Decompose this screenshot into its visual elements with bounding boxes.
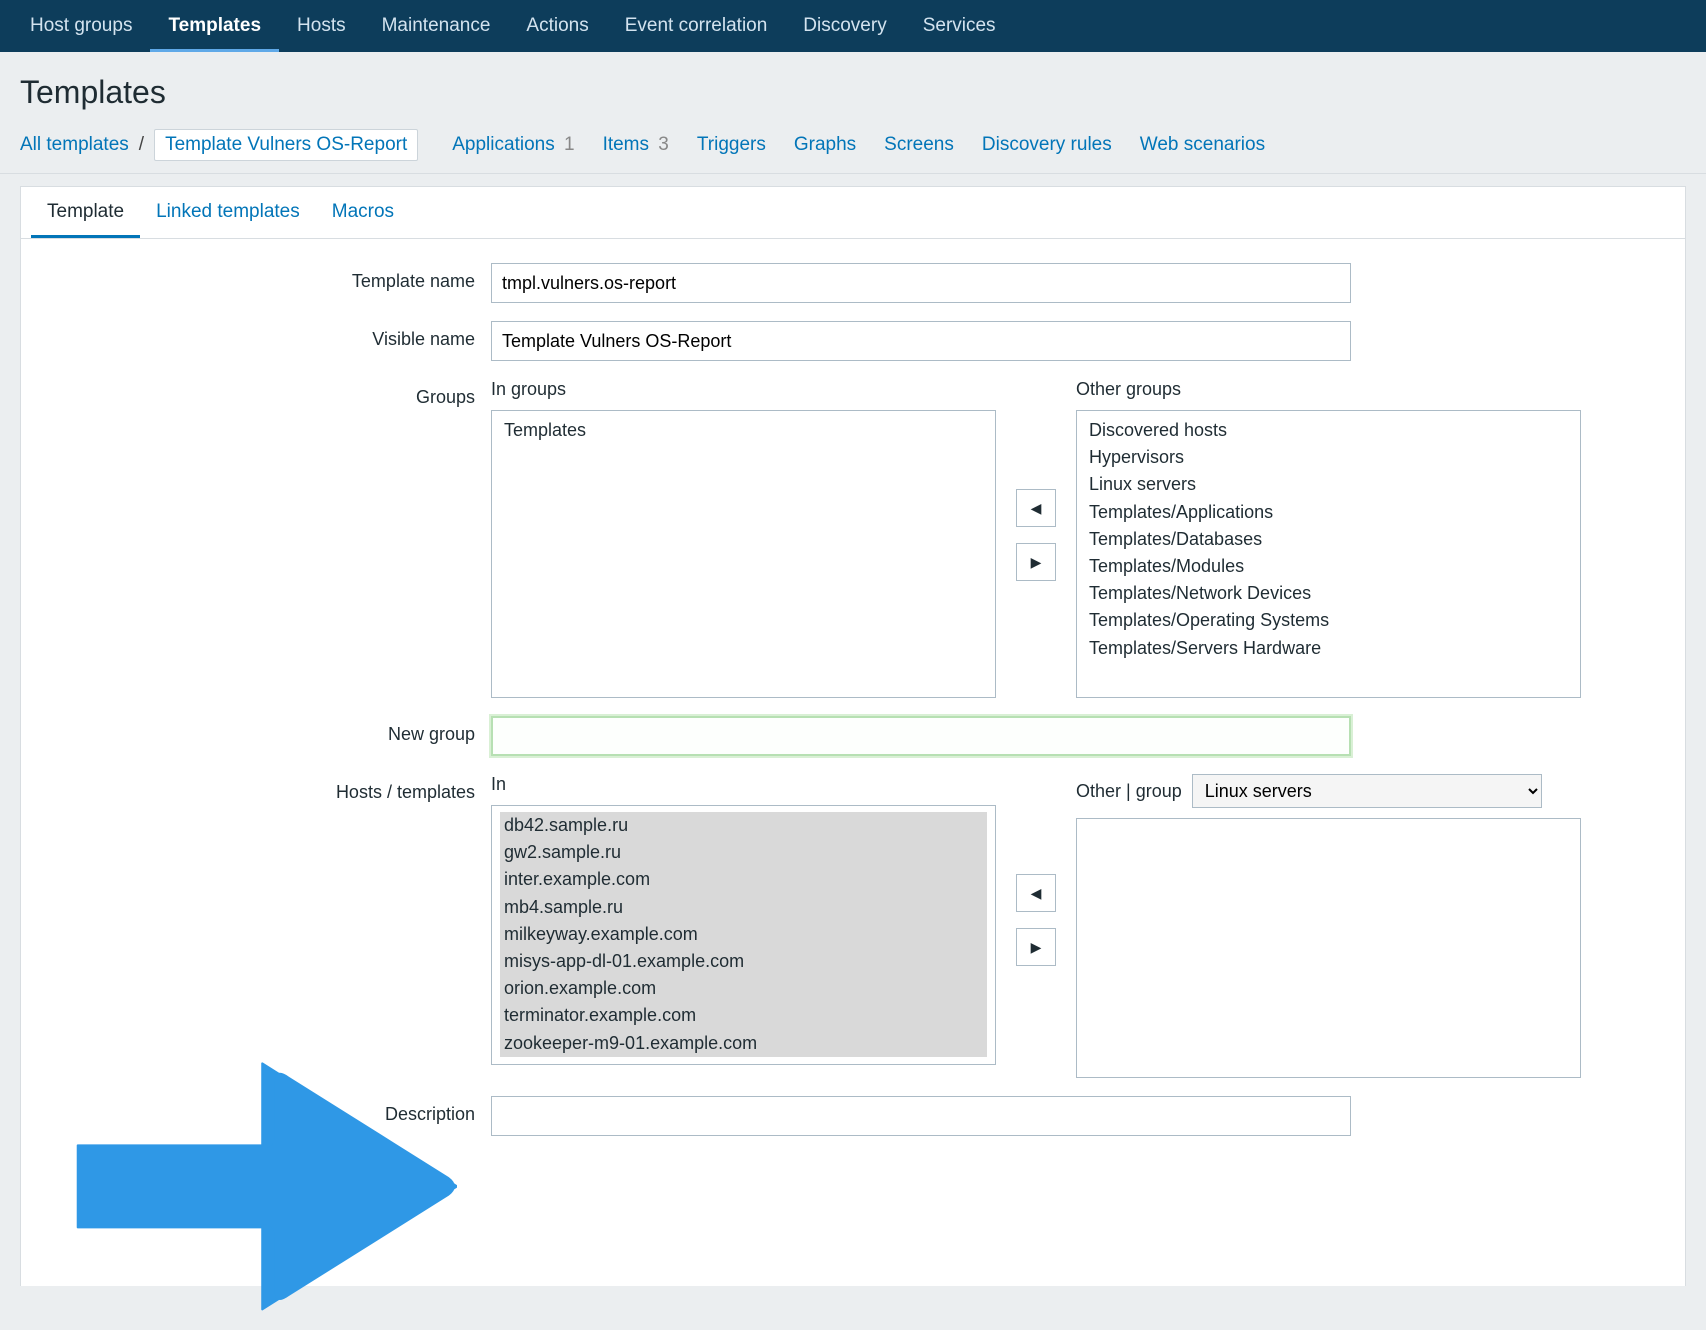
section-applications-label: Applications <box>452 134 554 155</box>
hosts-in-listbox[interactable]: db42.sample.ru gw2.sample.ru inter.examp… <box>491 805 996 1065</box>
section-applications-count: 1 <box>564 134 575 155</box>
move-right-button[interactable]: ▶ <box>1016 543 1056 581</box>
hosts-other-heading: Other | group <box>1076 781 1182 802</box>
section-items[interactable]: Items 3 <box>603 134 669 156</box>
breadcrumb-separator: / <box>139 134 144 156</box>
visible-name-label: Visible name <box>41 321 491 350</box>
breadcrumb-current[interactable]: Template Vulners OS-Report <box>154 129 418 161</box>
hosts-in-heading: In <box>491 774 996 795</box>
other-groups-listbox[interactable]: Discovered hosts Hypervisors Linux serve… <box>1076 410 1581 698</box>
section-discovery-rules[interactable]: Discovery rules <box>982 134 1112 156</box>
list-item[interactable]: Templates/Network Devices <box>1085 580 1572 607</box>
top-nav: Host groups Templates Hosts Maintenance … <box>0 0 1706 52</box>
hosts-move-left-button[interactable]: ◀ <box>1016 874 1056 912</box>
section-items-count: 3 <box>658 134 669 155</box>
nav-templates[interactable]: Templates <box>150 1 279 52</box>
list-item[interactable]: Linux servers <box>1085 471 1572 498</box>
page-title: Templates <box>0 52 1706 129</box>
template-name-label: Template name <box>41 263 491 292</box>
breadcrumb: All templates / Template Vulners OS-Repo… <box>0 129 1706 174</box>
hosts-group-select[interactable]: Linux servers <box>1192 774 1542 808</box>
section-screens[interactable]: Screens <box>884 134 954 156</box>
in-groups-listbox[interactable]: Templates <box>491 410 996 698</box>
section-items-label: Items <box>603 134 649 155</box>
nav-actions[interactable]: Actions <box>508 1 606 52</box>
nav-event-correlation[interactable]: Event correlation <box>607 1 786 52</box>
nav-host-groups[interactable]: Host groups <box>12 1 150 52</box>
list-item[interactable]: milkeyway.example.com <box>500 921 987 948</box>
template-panel: Template Linked templates Macros Templat… <box>20 186 1686 1286</box>
list-item[interactable]: db42.sample.ru <box>500 812 987 839</box>
list-item[interactable]: gw2.sample.ru <box>500 839 987 866</box>
section-applications[interactable]: Applications 1 <box>452 134 574 156</box>
panel-tabs: Template Linked templates Macros <box>21 187 1685 239</box>
template-form: Template name Visible name Groups In gro… <box>21 239 1685 1174</box>
triangle-left-icon: ◀ <box>1031 500 1042 517</box>
groups-label: Groups <box>41 379 491 408</box>
hosts-other-listbox[interactable] <box>1076 818 1581 1078</box>
list-item[interactable]: Templates/Databases <box>1085 526 1572 553</box>
move-left-button[interactable]: ◀ <box>1016 489 1056 527</box>
list-item[interactable]: terminator.example.com <box>500 1002 987 1029</box>
list-item[interactable]: Templates/Modules <box>1085 553 1572 580</box>
list-item[interactable]: Templates/Operating Systems <box>1085 607 1572 634</box>
description-label: Description <box>41 1096 491 1125</box>
section-web-scenarios[interactable]: Web scenarios <box>1140 134 1265 156</box>
list-item[interactable]: Discovered hosts <box>1085 417 1572 444</box>
new-group-label: New group <box>41 716 491 745</box>
nav-maintenance[interactable]: Maintenance <box>364 1 509 52</box>
list-item[interactable]: orion.example.com <box>500 975 987 1002</box>
list-item[interactable]: misys-app-dl-01.example.com <box>500 948 987 975</box>
hosts-move-right-button[interactable]: ▶ <box>1016 928 1056 966</box>
list-item[interactable]: Templates/Applications <box>1085 499 1572 526</box>
description-input[interactable] <box>491 1096 1351 1136</box>
list-item[interactable]: Templates <box>500 417 987 444</box>
triangle-right-icon: ▶ <box>1031 939 1042 956</box>
visible-name-input[interactable] <box>491 321 1351 361</box>
list-item[interactable]: Hypervisors <box>1085 444 1572 471</box>
nav-discovery[interactable]: Discovery <box>785 1 904 52</box>
list-item[interactable]: zookeeper-m9-01.example.com <box>500 1030 987 1057</box>
tab-template[interactable]: Template <box>31 187 140 238</box>
triangle-right-icon: ▶ <box>1031 554 1042 571</box>
template-name-input[interactable] <box>491 263 1351 303</box>
triangle-left-icon: ◀ <box>1031 885 1042 902</box>
tab-macros[interactable]: Macros <box>316 187 410 238</box>
new-group-input[interactable] <box>491 716 1351 756</box>
in-groups-heading: In groups <box>491 379 996 400</box>
nav-services[interactable]: Services <box>905 1 1014 52</box>
other-groups-heading: Other groups <box>1076 379 1581 400</box>
tab-linked-templates[interactable]: Linked templates <box>140 187 316 238</box>
hosts-templates-label: Hosts / templates <box>41 774 491 803</box>
list-item[interactable]: Templates/Servers Hardware <box>1085 635 1572 662</box>
breadcrumb-all-templates[interactable]: All templates <box>20 134 129 156</box>
list-item[interactable]: inter.example.com <box>500 866 987 893</box>
list-item[interactable]: mb4.sample.ru <box>500 894 987 921</box>
section-graphs[interactable]: Graphs <box>794 134 856 156</box>
nav-hosts[interactable]: Hosts <box>279 1 364 52</box>
section-triggers[interactable]: Triggers <box>697 134 766 156</box>
